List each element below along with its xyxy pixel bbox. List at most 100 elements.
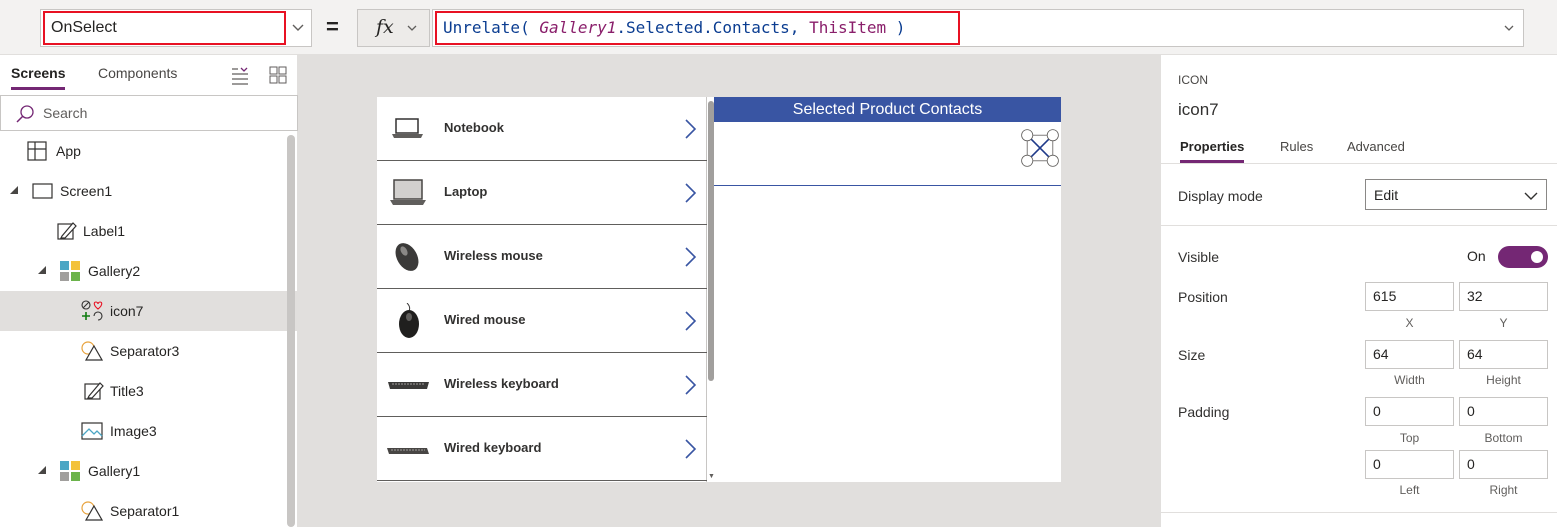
tab-properties[interactable]: Properties bbox=[1180, 139, 1245, 163]
size-label: Size bbox=[1178, 347, 1206, 363]
display-mode-label: Display mode bbox=[1178, 188, 1263, 204]
formula-input[interactable]: Unrelate( Gallery1.Selected.Contacts, Th… bbox=[432, 9, 1524, 47]
search-box[interactable] bbox=[0, 95, 298, 131]
position-y-input[interactable]: 32 bbox=[1459, 282, 1548, 311]
tree-item-icon7[interactable]: icon7 bbox=[0, 291, 297, 331]
laptop-image bbox=[390, 179, 426, 205]
tree-item-screen1[interactable]: Screen1 bbox=[0, 171, 297, 211]
chevron-right-icon[interactable] bbox=[683, 181, 699, 205]
tree-item-separator1[interactable]: Separator1 bbox=[0, 491, 297, 527]
tab-components[interactable]: Components bbox=[98, 65, 177, 81]
tree-item-title3[interactable]: Title3 bbox=[0, 371, 297, 411]
control-type: ICON bbox=[1178, 73, 1208, 87]
chevron-down-icon bbox=[1524, 192, 1538, 200]
visible-label: Visible bbox=[1178, 249, 1219, 265]
wireless-mouse-image bbox=[395, 243, 419, 271]
padding-right-input[interactable]: 0 bbox=[1459, 450, 1548, 479]
notebook-image bbox=[392, 118, 423, 138]
chevron-down-icon[interactable] bbox=[291, 20, 305, 34]
tree-item-image3[interactable]: Image3 bbox=[0, 411, 297, 451]
expand-chevron-icon[interactable] bbox=[1503, 22, 1515, 34]
gallery-item-title: Laptop bbox=[444, 184, 488, 199]
tree-item-label: Separator1 bbox=[110, 503, 180, 519]
tree-item-label: Label1 bbox=[83, 223, 126, 239]
chevron-down-icon bbox=[407, 25, 417, 31]
y-label: Y bbox=[1499, 316, 1508, 330]
chevron-right-icon[interactable] bbox=[683, 245, 699, 269]
formula-close: ) bbox=[886, 18, 906, 37]
tree-item-gallery1[interactable]: Gallery1 bbox=[0, 451, 297, 491]
gallery-item-title: Wireless mouse bbox=[444, 248, 543, 263]
height-input[interactable]: 64 bbox=[1459, 340, 1548, 369]
padding-left-input[interactable]: 0 bbox=[1365, 450, 1454, 479]
fx-icon: fx bbox=[376, 16, 394, 38]
visible-state-text: On bbox=[1467, 248, 1486, 264]
fx-button[interactable]: fx bbox=[357, 9, 430, 47]
visible-toggle[interactable] bbox=[1498, 246, 1548, 268]
tree-item-label1[interactable]: Label1 bbox=[0, 211, 297, 251]
collapse-caret-icon[interactable] bbox=[37, 465, 47, 475]
grid-view-icon[interactable] bbox=[268, 65, 288, 85]
gallery-item[interactable]: Laptop bbox=[377, 161, 707, 225]
equals-sign: = bbox=[326, 14, 339, 39]
tree-item-label: Separator3 bbox=[110, 343, 180, 359]
tab-advanced[interactable]: Advanced bbox=[1347, 139, 1405, 154]
label-icon bbox=[57, 222, 77, 240]
app-screen: Notebook Laptop Wireless mouse Wired mou… bbox=[377, 97, 1061, 482]
chevron-right-icon[interactable] bbox=[683, 373, 699, 397]
gallery-item-title: Notebook bbox=[444, 120, 504, 135]
contacts-title: Selected Product Contacts bbox=[714, 97, 1061, 122]
collapse-caret-icon[interactable] bbox=[9, 185, 19, 195]
formula-text[interactable]: Unrelate( Gallery1.Selected.Contacts, Th… bbox=[435, 11, 960, 45]
collapse-caret-icon[interactable] bbox=[37, 265, 47, 275]
tree-item-gallery2[interactable]: Gallery2 bbox=[0, 251, 297, 291]
gallery-item[interactable]: Wireless keyboard bbox=[377, 353, 707, 417]
cancel-icon[interactable] bbox=[1020, 128, 1060, 168]
gallery-item[interactable]: Wired keyboard bbox=[377, 417, 707, 481]
width-input[interactable]: 64 bbox=[1365, 340, 1454, 369]
screen-icon bbox=[32, 183, 53, 199]
chevron-right-icon[interactable] bbox=[683, 309, 699, 333]
display-mode-dropdown[interactable]: Edit bbox=[1365, 179, 1547, 210]
tree-item-app[interactable]: App bbox=[0, 131, 297, 171]
bottom-label: Bottom bbox=[1484, 431, 1523, 445]
shape-icon bbox=[81, 341, 103, 361]
formula-arg1-rest: .Selected.Contacts, bbox=[616, 18, 810, 37]
divider bbox=[1161, 163, 1557, 164]
padding-top-input[interactable]: 0 bbox=[1365, 397, 1454, 426]
width-label: Width bbox=[1394, 373, 1425, 387]
tree-item-separator3[interactable]: Separator3 bbox=[0, 331, 297, 371]
gallery-item[interactable]: Wired mouse bbox=[377, 289, 707, 353]
gallery-item[interactable]: Wireless mouse bbox=[377, 225, 707, 289]
tree-scrollbar[interactable] bbox=[287, 135, 295, 527]
properties-panel: ICON icon7 Properties Rules Advanced Dis… bbox=[1160, 55, 1557, 527]
tree-tabs: Screens Components bbox=[0, 55, 298, 93]
gallery-item[interactable]: Notebook bbox=[377, 97, 707, 161]
property-dropdown[interactable]: OnSelect bbox=[40, 9, 312, 47]
gallery-icon bbox=[60, 461, 80, 481]
gallery-item-title: Wired mouse bbox=[444, 312, 526, 327]
gallery-item-title: Wireless keyboard bbox=[444, 376, 559, 391]
formula-bar: OnSelect = fx Unrelate( Gallery1.Selecte… bbox=[0, 0, 1557, 55]
shape-icon bbox=[81, 501, 103, 521]
gallery-item-title: Wired keyboard bbox=[444, 440, 542, 455]
tab-screens[interactable]: Screens bbox=[11, 65, 66, 90]
padding-bottom-input[interactable]: 0 bbox=[1459, 397, 1548, 426]
tree-view-panel: Screens Components App Screen1 Label1 bbox=[0, 55, 298, 527]
height-label: Height bbox=[1486, 373, 1521, 387]
gallery-icon bbox=[60, 261, 80, 281]
app-icon bbox=[27, 141, 47, 161]
formula-arg2: ThisItem bbox=[809, 18, 887, 37]
position-x-input[interactable]: 615 bbox=[1365, 282, 1454, 311]
contact-row[interactable] bbox=[714, 122, 1061, 186]
chevron-right-icon[interactable] bbox=[683, 117, 699, 141]
tab-rules[interactable]: Rules bbox=[1280, 139, 1313, 154]
position-label: Position bbox=[1178, 289, 1228, 305]
chevron-right-icon[interactable] bbox=[683, 437, 699, 461]
search-input[interactable] bbox=[43, 102, 283, 124]
padding-label: Padding bbox=[1178, 404, 1230, 420]
product-gallery[interactable]: Notebook Laptop Wireless mouse Wired mou… bbox=[377, 97, 707, 482]
image-icon bbox=[81, 422, 103, 440]
sort-list-icon[interactable] bbox=[230, 65, 250, 85]
tree-item-label: Image3 bbox=[110, 423, 157, 439]
